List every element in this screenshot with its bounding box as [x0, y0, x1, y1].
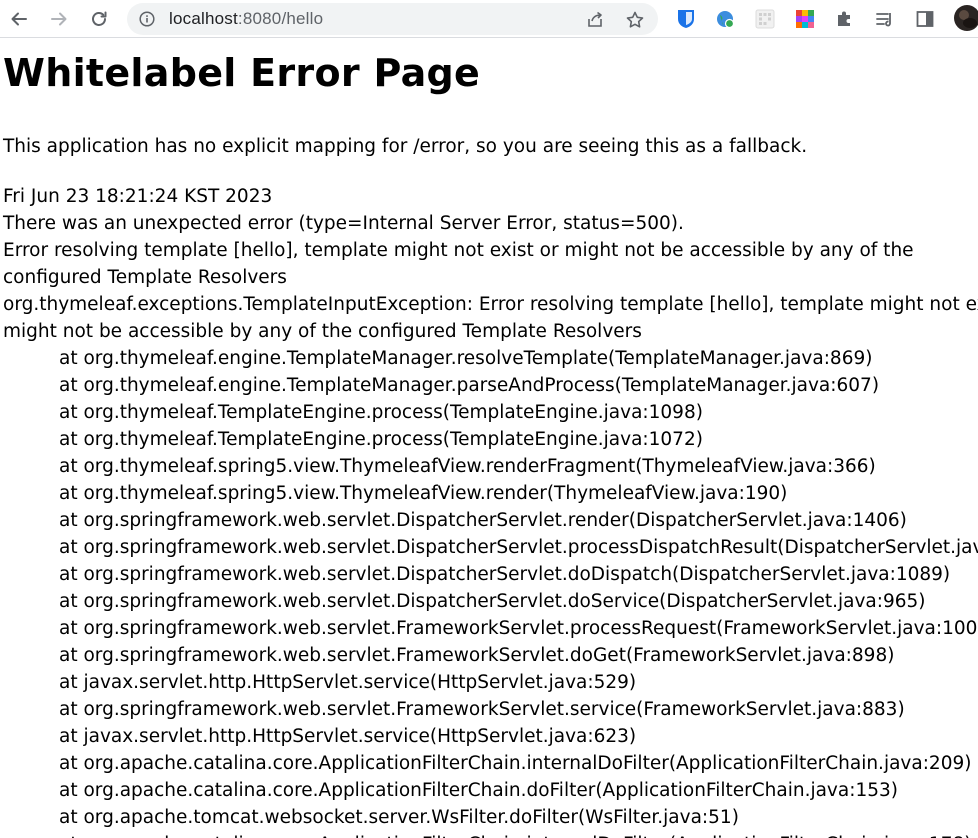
- page-content: Whitelabel Error Page This application h…: [0, 39, 978, 838]
- reading-list-icon[interactable]: [874, 8, 896, 30]
- puzzle-extensions-icon[interactable]: [834, 8, 856, 30]
- error-message-line: configured Template Resolvers: [3, 267, 287, 288]
- url-path: :8080/hello: [237, 9, 324, 28]
- stack-frame: at org.apache.catalina.core.ApplicationF…: [59, 753, 972, 774]
- stack-frame: at org.springframework.web.servlet.Dispa…: [59, 510, 907, 531]
- stack-frame: at org.thymeleaf.spring5.view.ThymeleafV…: [59, 456, 876, 477]
- site-info-icon[interactable]: [139, 11, 155, 27]
- stack-frame: at org.apache.catalina.core.ApplicationF…: [3, 831, 978, 838]
- stack-frame: at org.thymeleaf.TemplateEngine.process(…: [59, 402, 703, 423]
- stack-trace: at org.thymeleaf.engine.TemplateManager.…: [3, 345, 978, 838]
- fallback-message: This application has no explicit mapping…: [3, 136, 808, 157]
- stack-frame: at javax.servlet.http.HttpServlet.servic…: [59, 672, 637, 693]
- profile-avatar[interactable]: [953, 4, 978, 32]
- side-panel-icon[interactable]: [914, 8, 936, 30]
- exception-line: org.thymeleaf.exceptions.TemplateInputEx…: [3, 294, 978, 315]
- stack-frame: at org.thymeleaf.engine.TemplateManager.…: [59, 348, 873, 369]
- error-details: Fri Jun 23 18:21:24 KST 2023 There was a…: [3, 183, 978, 838]
- forward-button[interactable]: [44, 4, 74, 34]
- forward-arrow-icon: [51, 12, 67, 25]
- stack-frame: at org.springframework.web.servlet.Dispa…: [59, 564, 951, 585]
- address-bar[interactable]: localhost:8080/hello: [127, 3, 658, 35]
- browser-toolbar: localhost:8080/hello: [0, 0, 978, 38]
- stack-frame: at org.springframework.web.servlet.Frame…: [59, 699, 905, 720]
- globe-extension-icon[interactable]: [714, 8, 736, 30]
- back-arrow-icon: [11, 12, 27, 25]
- bitwarden-extension-icon[interactable]: [675, 8, 697, 30]
- stack-frame: at javax.servlet.http.HttpServlet.servic…: [59, 726, 637, 747]
- back-button[interactable]: [4, 4, 34, 34]
- bookmark-star-icon[interactable]: [625, 10, 645, 30]
- stack-frame: at org.apache.tomcat.websocket.server.Ws…: [59, 807, 739, 828]
- reload-icon: [92, 11, 107, 26]
- stack-frame: at org.thymeleaf.spring5.view.ThymeleafV…: [59, 483, 788, 504]
- stack-frame: at org.thymeleaf.engine.TemplateManager.…: [59, 375, 880, 396]
- stack-frame: at org.springframework.web.servlet.Frame…: [59, 618, 978, 639]
- reload-button[interactable]: [84, 4, 114, 34]
- stack-frame: at org.springframework.web.servlet.Dispa…: [59, 591, 926, 612]
- error-timestamp: Fri Jun 23 18:21:24 KST 2023: [3, 186, 273, 207]
- error-status: There was an unexpected error (type=Inte…: [3, 213, 684, 234]
- grid-extension-icon[interactable]: [754, 8, 776, 30]
- url-host: localhost: [169, 9, 238, 28]
- stack-frame: at org.springframework.web.servlet.Dispa…: [59, 537, 978, 558]
- stack-frame: at org.apache.catalina.core.ApplicationF…: [59, 780, 898, 801]
- url-text[interactable]: localhost:8080/hello: [169, 9, 323, 29]
- share-icon[interactable]: [585, 10, 605, 30]
- color-palette-extension-icon[interactable]: [794, 8, 816, 30]
- exception-line: might not be accessible by any of the co…: [3, 321, 642, 342]
- error-message-line: Error resolving template [hello], templa…: [3, 240, 914, 261]
- stack-frame: at org.springframework.web.servlet.Frame…: [59, 645, 895, 666]
- page-title: Whitelabel Error Page: [3, 51, 481, 95]
- stack-frame: at org.thymeleaf.TemplateEngine.process(…: [59, 429, 703, 450]
